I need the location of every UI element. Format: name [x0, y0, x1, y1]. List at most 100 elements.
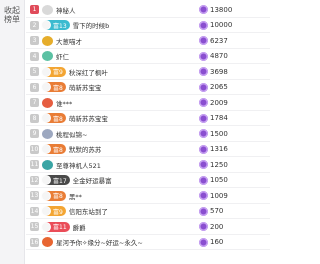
rank-number: 15 — [30, 222, 39, 232]
rank-number: 12 — [30, 175, 39, 185]
collapse-label: 收起 — [4, 6, 20, 15]
ranking-row[interactable]: 11 至尊神机人521 1250 — [24, 157, 270, 173]
gem-icon — [41, 144, 51, 155]
ranking-row[interactable]: 10 富8 默默的苏苏 1316 — [24, 142, 270, 157]
ranking-row[interactable]: 12 富17 全金好运暴富 1050 — [24, 173, 270, 188]
score-value: 1500 — [210, 129, 228, 138]
rank-number: 2 — [30, 20, 39, 30]
ranking-row[interactable]: 8 富8 萌新苏苏宝宝 1784 — [24, 111, 270, 126]
wealth-level-badge — [42, 4, 53, 15]
user-name[interactable]: 全金好运暴富 — [73, 175, 112, 185]
rank-number: 8 — [30, 113, 39, 123]
collapse-rank-button[interactable]: 收起 榜单 — [0, 0, 24, 24]
gem-icon — [41, 82, 51, 93]
level-text: 富13 — [53, 22, 67, 30]
gem-icon — [41, 113, 51, 124]
rank-number: 9 — [30, 129, 39, 139]
score-value: 1250 — [210, 160, 228, 169]
score: 1250 — [199, 160, 228, 169]
score: 1316 — [199, 144, 228, 154]
ranking-row[interactable]: 15 富11 爵爵 200 — [24, 219, 270, 235]
user-name[interactable]: 神秘人 — [56, 5, 76, 15]
score: 10000 — [199, 20, 233, 30]
wealth-level-badge: 富13 — [41, 20, 70, 31]
ranking-row[interactable]: 16 星河予你✧缘分~好运~永久~ 160 — [24, 235, 270, 250]
score: 3698 — [199, 67, 228, 76]
score: 1784 — [199, 113, 228, 123]
ranking-row[interactable]: 4 虾仁 4870 — [24, 49, 270, 64]
level-text: 富9 — [53, 208, 63, 216]
score-value: 3698 — [210, 67, 228, 76]
ranking-row[interactable]: 5 富9 秋深红了枫叶 3698 — [24, 64, 270, 80]
coin-icon — [199, 175, 208, 185]
rank-number: 3 — [30, 36, 39, 46]
user-name[interactable]: 默默的苏苏 — [69, 144, 102, 154]
rank-label: 榜单 — [4, 15, 20, 24]
user-name[interactable]: 信阳东站到了 — [69, 206, 108, 216]
rank-number: 11 — [30, 160, 39, 170]
rank-number: 6 — [30, 82, 39, 92]
coin-icon — [199, 20, 208, 30]
level-text: 富9 — [53, 69, 63, 77]
score-value: 1784 — [210, 114, 228, 122]
ranking-row[interactable]: 6 富8 萌新苏宝宝 2065 — [24, 80, 270, 95]
coin-icon — [199, 160, 208, 169]
level-text: 富11 — [53, 224, 67, 232]
gem-icon — [41, 175, 51, 186]
wealth-level-badge — [42, 51, 53, 62]
user-name[interactable]: 至尊神机人521 — [56, 160, 101, 170]
user-name[interactable]: 大葱喵才 — [56, 36, 82, 46]
ranking-row[interactable]: 2 富13 雪下的时候b 10000 — [24, 18, 270, 33]
ranking-row[interactable]: 3 大葱喵才 6237 — [24, 33, 270, 49]
wealth-level-badge: 富17 — [41, 175, 70, 186]
user-name[interactable]: 黑** — [69, 191, 82, 201]
rank-number: 5 — [30, 67, 39, 77]
wealth-level-badge: 富8 — [41, 144, 66, 155]
user-name[interactable]: 秋深红了枫叶 — [69, 67, 108, 77]
coin-icon — [199, 144, 208, 154]
gem-icon — [41, 66, 51, 77]
gem-icon — [41, 190, 51, 201]
coin-icon — [199, 206, 208, 216]
rank-number: 4 — [30, 51, 39, 61]
rank-number: 7 — [30, 98, 39, 108]
user-name[interactable]: 萌新苏宝宝 — [69, 82, 102, 92]
row-divider — [26, 249, 270, 250]
user-name[interactable]: 雪下的时候b — [73, 20, 110, 30]
level-text: 富8 — [53, 193, 63, 201]
score: 570 — [199, 206, 223, 216]
coin-icon — [199, 191, 208, 200]
gem-icon — [41, 221, 51, 232]
score-value: 2065 — [210, 83, 228, 91]
sidebar: 收起 榜单 — [0, 0, 25, 264]
user-name[interactable]: 爵爵 — [73, 222, 86, 232]
level-text: 富8 — [53, 84, 63, 92]
ranking-row[interactable]: 1 神秘人 13800 — [24, 2, 270, 18]
user-name[interactable]: 谁*** — [56, 98, 72, 108]
gem-icon — [41, 20, 51, 31]
score-value: 200 — [210, 222, 224, 231]
user-name[interactable]: 桃程似锦~ — [56, 129, 87, 139]
score-value: 4870 — [210, 52, 228, 60]
score: 160 — [199, 237, 223, 247]
coin-icon — [199, 113, 208, 123]
score-value: 1050 — [210, 176, 228, 184]
coin-icon — [199, 129, 208, 138]
user-name[interactable]: 星河予你✧缘分~好运~永久~ — [56, 237, 143, 247]
wealth-level-badge: 富11 — [41, 221, 70, 232]
gem-icon — [41, 206, 51, 217]
ranking-row[interactable]: 13 富8 黑** 1009 — [24, 188, 270, 204]
score-value: 6237 — [210, 36, 228, 45]
coin-icon — [199, 82, 208, 92]
ranking-row[interactable]: 14 富9 信阳东站到了 570 — [24, 204, 270, 219]
user-name[interactable]: 虾仁 — [56, 51, 69, 61]
ranking-row[interactable]: 9 桃程似锦~ 1500 — [24, 126, 270, 142]
user-name[interactable]: 萌新苏苏宝宝 — [69, 113, 108, 123]
score-value: 2009 — [210, 98, 228, 107]
wealth-level-badge: 富8 — [41, 190, 66, 201]
score: 1500 — [199, 129, 228, 138]
score: 1009 — [199, 191, 228, 200]
score-value: 10000 — [210, 21, 233, 29]
ranking-row[interactable]: 7 谁*** 2009 — [24, 95, 270, 111]
rank-number: 14 — [30, 206, 39, 216]
